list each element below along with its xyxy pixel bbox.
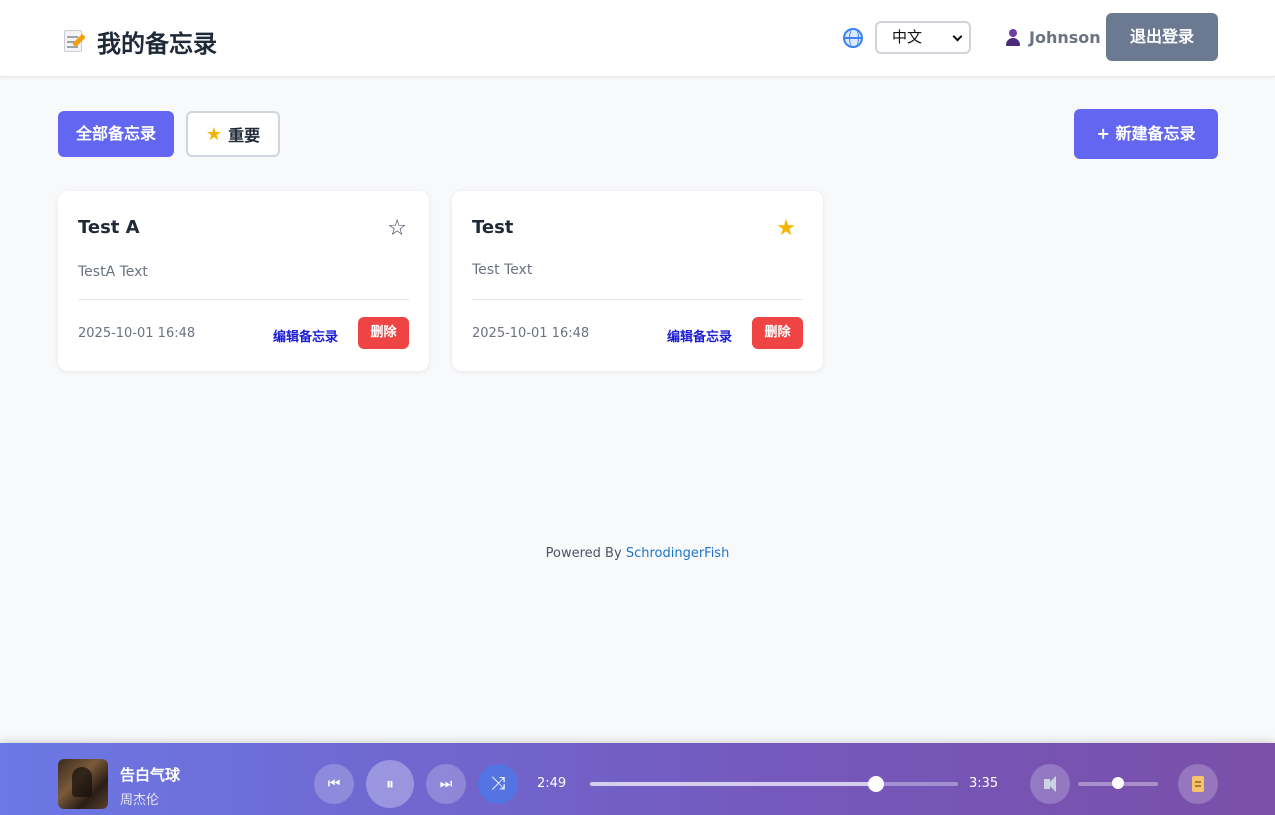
progress-bar[interactable] (590, 776, 958, 792)
pause-icon[interactable]: ⏸ (366, 760, 414, 808)
app-logo: 我的备忘录 (62, 24, 217, 59)
footer-link[interactable]: SchrodingerFish (626, 546, 730, 561)
username: Johnson (1029, 28, 1101, 47)
app-header: 我的备忘录 中文 Johnson 退出登录 (0, 0, 1275, 77)
memo-title: Test (472, 217, 514, 238)
edit-memo-link[interactable]: 编辑备忘录 (667, 326, 732, 345)
progress-handle[interactable] (867, 776, 884, 792)
filter-important-label: 重要 (228, 126, 261, 145)
progress-fill (590, 782, 876, 786)
language-select-value: 中文 (892, 28, 923, 46)
previous-icon[interactable]: ⏮ (314, 764, 354, 804)
lyrics-icon[interactable] (1178, 764, 1218, 804)
language-select[interactable]: 中文 (875, 21, 971, 54)
user-info: Johnson (1005, 28, 1101, 47)
delete-button[interactable]: 删除 (358, 317, 409, 349)
song-artist: 周杰伦 (120, 793, 160, 808)
next-icon[interactable]: ⏭ (426, 764, 466, 804)
memo-card: Test A ☆ TestA Text 2025-10-01 16:48 编辑备… (58, 191, 429, 371)
filter-important-button[interactable]: ★ 重要 (186, 111, 280, 157)
volume-slider[interactable] (1078, 777, 1158, 789)
footer-prefix: Powered By (545, 546, 626, 561)
chevron-down-icon (952, 31, 963, 42)
footer: Powered By SchrodingerFish (0, 546, 1275, 561)
song-title: 告白气球 (120, 766, 181, 784)
star-outline-icon[interactable]: ☆ (387, 216, 407, 242)
divider (472, 299, 803, 300)
user-icon (1005, 28, 1021, 47)
new-memo-button[interactable]: + 新建备忘录 (1074, 109, 1218, 159)
delete-button[interactable]: 删除 (752, 317, 803, 349)
page-title: 我的备忘录 (97, 30, 217, 58)
filter-all-button[interactable]: 全部备忘录 (58, 111, 174, 157)
current-time: 2:49 (537, 776, 567, 791)
memo-text: Test Text (472, 262, 533, 278)
volume-handle[interactable] (1112, 777, 1124, 789)
volume-icon[interactable] (1030, 764, 1070, 804)
memo-date: 2025-10-01 16:48 (78, 326, 196, 341)
memo-text: TestA Text (78, 264, 148, 280)
memo-title: Test A (78, 217, 140, 238)
memo-card: Test ★ Test Text 2025-10-01 16:48 编辑备忘录 … (452, 191, 823, 371)
logout-button[interactable]: 退出登录 (1106, 13, 1218, 61)
music-player: 告白气球 周杰伦 ⏮ ⏸ ⏭ ⤨ 2:49 3:35 (0, 743, 1275, 815)
memo-date: 2025-10-01 16:48 (472, 326, 590, 341)
globe-icon (843, 28, 863, 48)
album-cover (58, 759, 108, 809)
star-icon: ★ (205, 123, 223, 145)
edit-memo-link[interactable]: 编辑备忘录 (273, 326, 338, 345)
shuffle-icon[interactable]: ⤨ (478, 764, 518, 804)
total-time: 3:35 (969, 776, 999, 791)
divider (78, 299, 409, 300)
memo-icon (62, 28, 86, 56)
star-filled-icon[interactable]: ★ (776, 216, 796, 242)
